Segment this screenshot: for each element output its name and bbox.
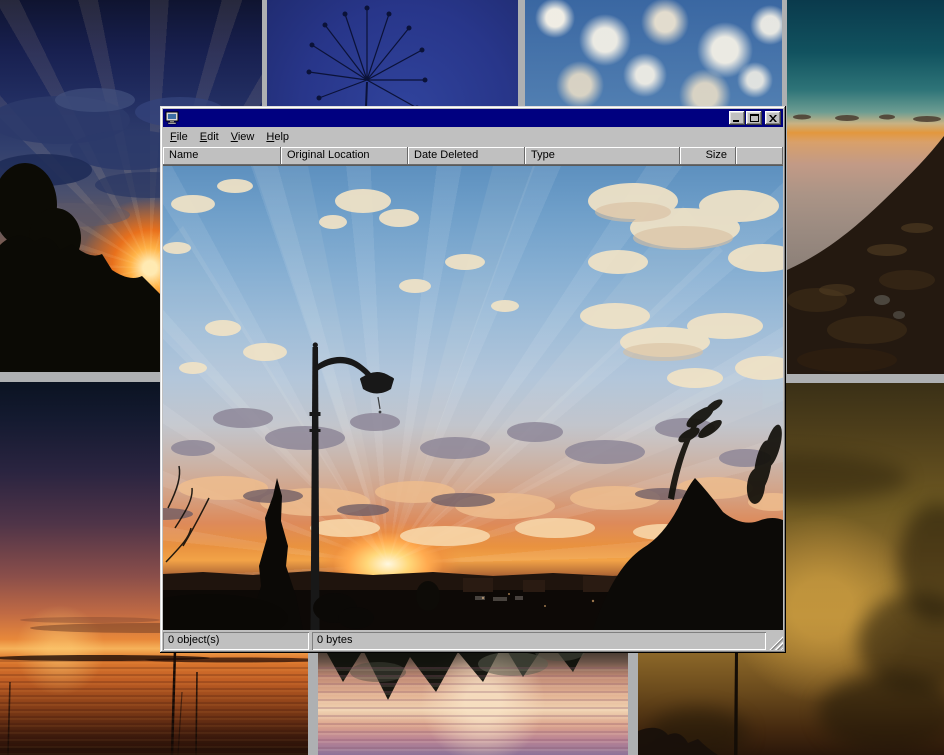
list-column-headers: Name Original Location Date Deleted Type… <box>163 147 783 166</box>
minimize-icon <box>733 115 741 122</box>
resize-grip[interactable] <box>769 636 783 650</box>
status-bar: 0 object(s) 0 bytes <box>163 630 783 650</box>
maximize-icon <box>750 114 759 122</box>
computer-icon <box>165 111 179 125</box>
close-button[interactable] <box>765 111 781 125</box>
column-header-original-location[interactable]: Original Location <box>281 147 408 165</box>
status-object-count: 0 object(s) <box>163 632 309 650</box>
sunset-photo-art <box>163 166 783 630</box>
column-header-name[interactable]: Name <box>163 147 281 165</box>
menu-edit[interactable]: Edit <box>194 129 225 145</box>
recycle-bin-window: File Edit View Help Name Original Locati… <box>160 106 786 653</box>
list-view-sunset-photo[interactable] <box>163 166 783 630</box>
column-header-date-deleted[interactable]: Date Deleted <box>408 147 525 165</box>
menu-file[interactable]: File <box>164 129 194 145</box>
titlebar[interactable] <box>163 109 783 127</box>
menu-view[interactable]: View <box>225 129 261 145</box>
hillside-silhouette <box>787 0 944 374</box>
maximize-button[interactable] <box>746 111 762 125</box>
column-header-size[interactable]: Size <box>680 147 736 165</box>
desktop: File Edit View Help Name Original Locati… <box>0 0 944 755</box>
column-header-blank[interactable] <box>736 147 783 165</box>
close-icon <box>769 115 777 122</box>
status-total-size: 0 bytes <box>312 632 766 650</box>
menu-help[interactable]: Help <box>260 129 295 145</box>
minimize-button[interactable] <box>729 111 745 125</box>
menu-bar: File Edit View Help <box>163 127 783 147</box>
wallpaper-tile-fog-hillside <box>787 0 944 374</box>
column-header-type[interactable]: Type <box>525 147 680 165</box>
